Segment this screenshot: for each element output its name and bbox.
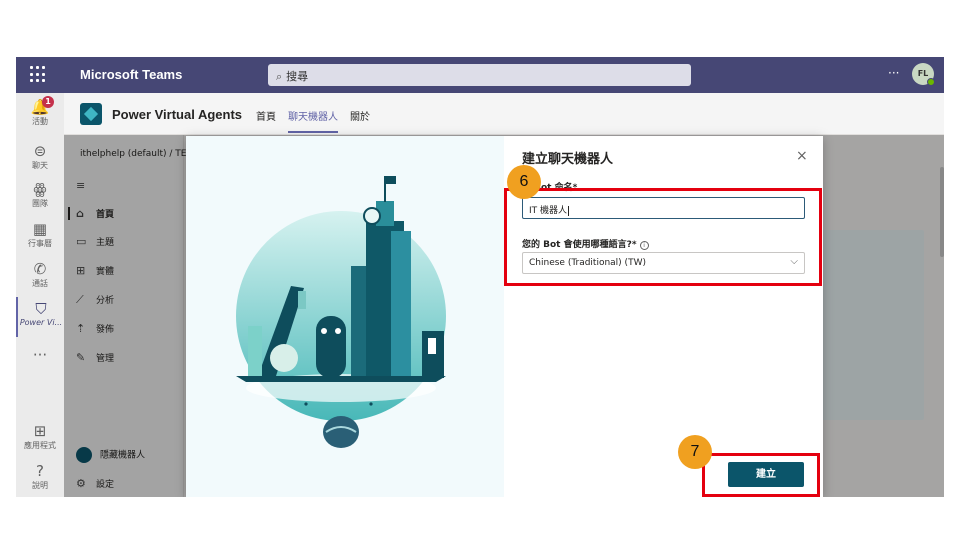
rail-label: 通話 bbox=[32, 279, 48, 288]
search-input[interactable]: ⌕ 搜尋 bbox=[268, 64, 691, 86]
help-icon: ? bbox=[36, 462, 44, 480]
dialog-title: 建立聊天機器人 bbox=[522, 152, 614, 167]
rail-item-more-apps[interactable]: ··· bbox=[16, 343, 64, 383]
rail-item-activity[interactable]: 🔔 1 活動 bbox=[16, 95, 64, 135]
teams-top-bar: Microsoft Teams ⌕ 搜尋 ··· FL bbox=[16, 57, 944, 93]
app-launcher-icon[interactable] bbox=[30, 66, 48, 84]
tab-about[interactable]: 關於 bbox=[350, 108, 370, 123]
rail-item-help[interactable]: ? 說明 bbox=[16, 459, 64, 497]
rail-label: 說明 bbox=[32, 481, 48, 490]
app-rail: 🔔 1 活動 ⊜ 聊天 ꙮ 團隊 ▦ 行事曆 ✆ 通話 ⛉ Power Vi..… bbox=[16, 93, 64, 497]
presence-status-icon bbox=[927, 78, 935, 86]
rail-label: 聊天 bbox=[32, 161, 48, 170]
app-header: Power Virtual Agents 首頁 聊天機器人 關於 bbox=[64, 93, 944, 135]
phone-icon: ✆ bbox=[33, 260, 47, 278]
search-placeholder: 搜尋 bbox=[286, 70, 309, 83]
bell-icon: 🔔 bbox=[30, 98, 50, 116]
rail-item-calls[interactable]: ✆ 通話 bbox=[16, 257, 64, 297]
rail-item-calendar[interactable]: ▦ 行事曆 bbox=[16, 217, 64, 257]
chatbot-city-illustration bbox=[186, 136, 504, 497]
rail-item-chat[interactable]: ⊜ 聊天 bbox=[16, 139, 64, 179]
rail-label: 應用程式 bbox=[24, 441, 56, 450]
avatar-initials: FL bbox=[917, 69, 929, 78]
rail-item-power-virtual-agents[interactable]: ⛉ Power Vi... bbox=[16, 297, 64, 337]
more-options-button[interactable]: ··· bbox=[888, 66, 899, 80]
rail-label: 團隊 bbox=[32, 199, 48, 208]
search-icon: ⌕ bbox=[276, 70, 283, 83]
app-title: Microsoft Teams bbox=[80, 67, 183, 82]
rail-label: 行事曆 bbox=[28, 239, 52, 248]
tab-home[interactable]: 首頁 bbox=[256, 108, 276, 123]
step-marker-7: 7 bbox=[678, 435, 712, 469]
teams-icon: ꙮ bbox=[33, 180, 47, 198]
rail-item-teams[interactable]: ꙮ 團隊 bbox=[16, 177, 64, 217]
teams-window: Microsoft Teams ⌕ 搜尋 ··· FL 🔔 1 活動 ⊜ 聊天 ꙮ… bbox=[16, 57, 944, 497]
more-apps-icon: ··· bbox=[32, 346, 48, 364]
rail-label: Power Vi... bbox=[19, 318, 63, 327]
tab-chatbots[interactable]: 聊天機器人 bbox=[288, 108, 338, 133]
notification-badge: 1 bbox=[42, 96, 54, 108]
highlight-box-create bbox=[702, 453, 820, 497]
city-illustration-icon bbox=[236, 176, 446, 448]
rail-item-apps[interactable]: ⊞ 應用程式 bbox=[16, 419, 64, 459]
step-marker-6: 6 bbox=[507, 165, 541, 199]
scrollbar[interactable] bbox=[940, 167, 944, 257]
chat-icon: ⊜ bbox=[33, 142, 47, 160]
avatar[interactable]: FL bbox=[912, 63, 935, 86]
app-header-title: Power Virtual Agents bbox=[112, 107, 243, 122]
highlight-box-form bbox=[504, 188, 822, 286]
power-virtual-agents-logo bbox=[80, 103, 102, 125]
rail-label: 活動 bbox=[32, 117, 48, 126]
power-virtual-agents-icon: ⛉ bbox=[35, 300, 47, 318]
apps-icon: ⊞ bbox=[33, 422, 47, 440]
calendar-icon: ▦ bbox=[32, 220, 48, 238]
close-icon[interactable]: × bbox=[796, 148, 808, 164]
